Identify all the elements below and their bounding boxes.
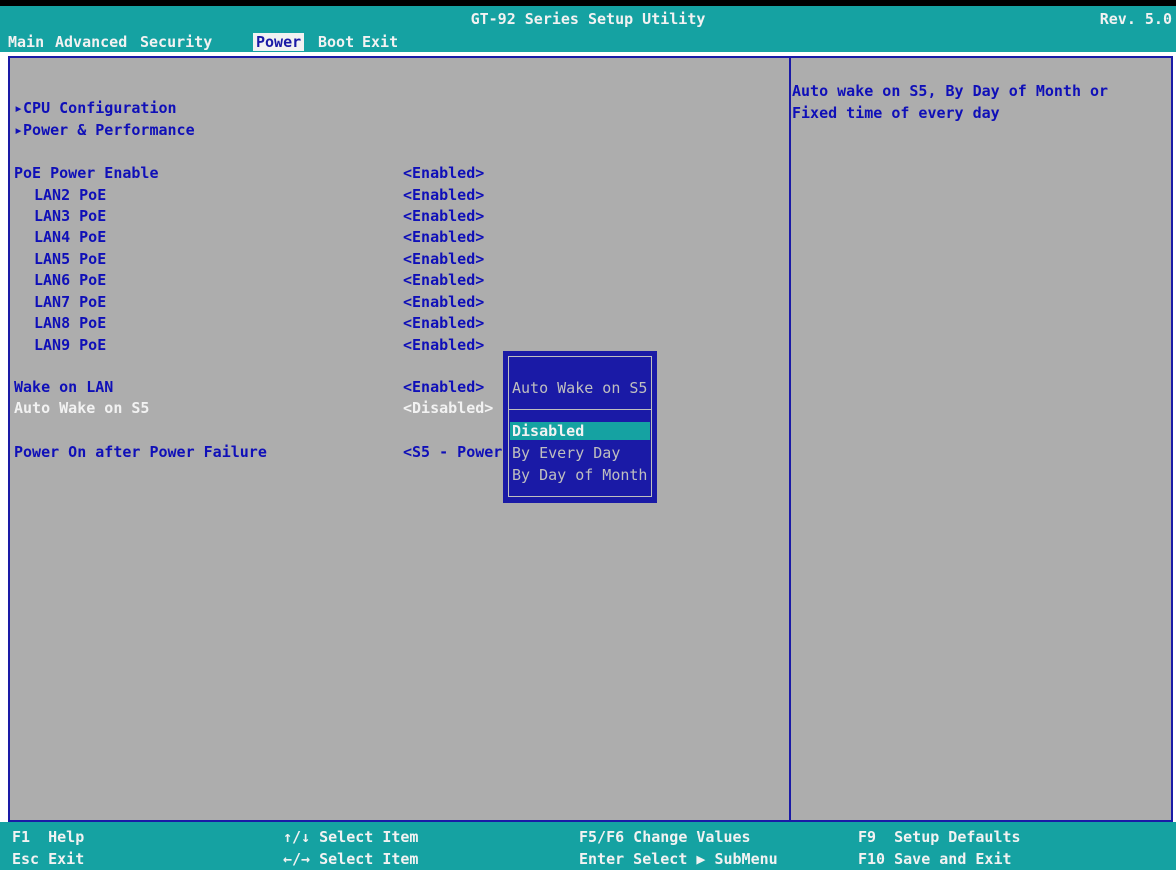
popup-option-by-every-day[interactable]: By Every Day	[510, 444, 650, 462]
tab-security[interactable]: Security	[140, 33, 212, 51]
setting-auto-wake-s5-label: Auto Wake on S5	[14, 399, 150, 417]
title-bar: GT-92 Series Setup Utility Rev. 5.0	[0, 6, 1176, 32]
submenu-power-performance[interactable]: ▸Power & Performance	[14, 121, 195, 139]
popup-separator	[509, 409, 651, 410]
tab-exit[interactable]: Exit	[362, 33, 398, 51]
setting-lan9-poe-value[interactable]: <Enabled>	[403, 336, 484, 354]
key-f5f6-change: F5/F6 Change Values	[579, 828, 751, 846]
setting-poe-power-enable-value[interactable]: <Enabled>	[403, 164, 484, 182]
tab-main[interactable]: Main	[8, 33, 44, 51]
setting-lan9-poe-label: LAN9 PoE	[34, 336, 107, 354]
key-f10-save: F10 Save and Exit	[858, 850, 1012, 868]
setting-lan8-poe-label: LAN8 PoE	[34, 314, 107, 332]
setting-lan3-poe-value[interactable]: <Enabled>	[403, 207, 484, 225]
auto-wake-popup: Auto Wake on S5 Disabled By Every Day By…	[503, 351, 657, 503]
popup-title: Auto Wake on S5	[512, 379, 648, 397]
setting-power-on-after-failure-label: Power On after Power Failure	[14, 443, 267, 461]
setting-lan4-poe-label: LAN4 PoE	[34, 228, 107, 246]
key-updown-select: ↑/↓ Select Item	[283, 828, 419, 846]
setting-lan7-poe-value[interactable]: <Enabled>	[403, 293, 484, 311]
panel-divider	[789, 58, 791, 820]
app-title: GT-92 Series Setup Utility	[470, 10, 706, 28]
menu-bar: Main Advanced Security Power Boot Exit	[0, 32, 1176, 52]
popup-option-by-day-of-month[interactable]: By Day of Month	[510, 466, 650, 484]
key-help-bar: F1 Help Esc Exit ↑/↓ Select Item ←/→ Sel…	[0, 822, 1176, 870]
tab-power[interactable]: Power	[253, 33, 305, 51]
revision-label: Rev. 5.0	[1099, 10, 1172, 28]
setting-poe-power-enable-label: PoE Power Enable	[14, 164, 159, 182]
setting-lan2-poe-value[interactable]: <Enabled>	[403, 186, 484, 204]
popup-frame: Auto Wake on S5 Disabled By Every Day By…	[508, 356, 652, 497]
submenu-cpu-configuration[interactable]: ▸CPU Configuration	[14, 99, 177, 117]
key-esc-exit: Esc Exit	[12, 850, 85, 868]
tab-boot[interactable]: Boot	[318, 33, 354, 51]
key-f9-defaults: F9 Setup Defaults	[858, 828, 1021, 846]
key-leftright-select: ←/→ Select Item	[283, 850, 419, 868]
setting-lan7-poe-label: LAN7 PoE	[34, 293, 107, 311]
setting-lan3-poe-label: LAN3 PoE	[34, 207, 107, 225]
tab-advanced[interactable]: Advanced	[55, 33, 127, 51]
setting-wake-on-lan-label: Wake on LAN	[14, 378, 114, 396]
key-f1-help: F1 Help	[12, 828, 85, 846]
setting-lan4-poe-value[interactable]: <Enabled>	[403, 228, 484, 246]
setting-lan5-poe-value[interactable]: <Enabled>	[403, 250, 484, 268]
key-enter-submenu: Enter Select ▶ SubMenu	[579, 850, 778, 868]
setting-lan6-poe-value[interactable]: <Enabled>	[403, 271, 484, 289]
setting-power-on-after-failure-value[interactable]: <S5 - Power	[403, 443, 502, 461]
setting-lan8-poe-value[interactable]: <Enabled>	[403, 314, 484, 332]
help-text: Auto wake on S5, By Day of Month or Fixe…	[792, 82, 1109, 122]
popup-option-disabled[interactable]: Disabled	[510, 422, 650, 440]
setting-lan5-poe-label: LAN5 PoE	[34, 250, 107, 268]
setting-wake-on-lan-value[interactable]: <Enabled>	[403, 378, 484, 396]
setting-lan6-poe-label: LAN6 PoE	[34, 271, 107, 289]
setting-lan2-poe-label: LAN2 PoE	[34, 186, 107, 204]
setting-auto-wake-s5-value[interactable]: <Disabled>	[403, 399, 493, 417]
